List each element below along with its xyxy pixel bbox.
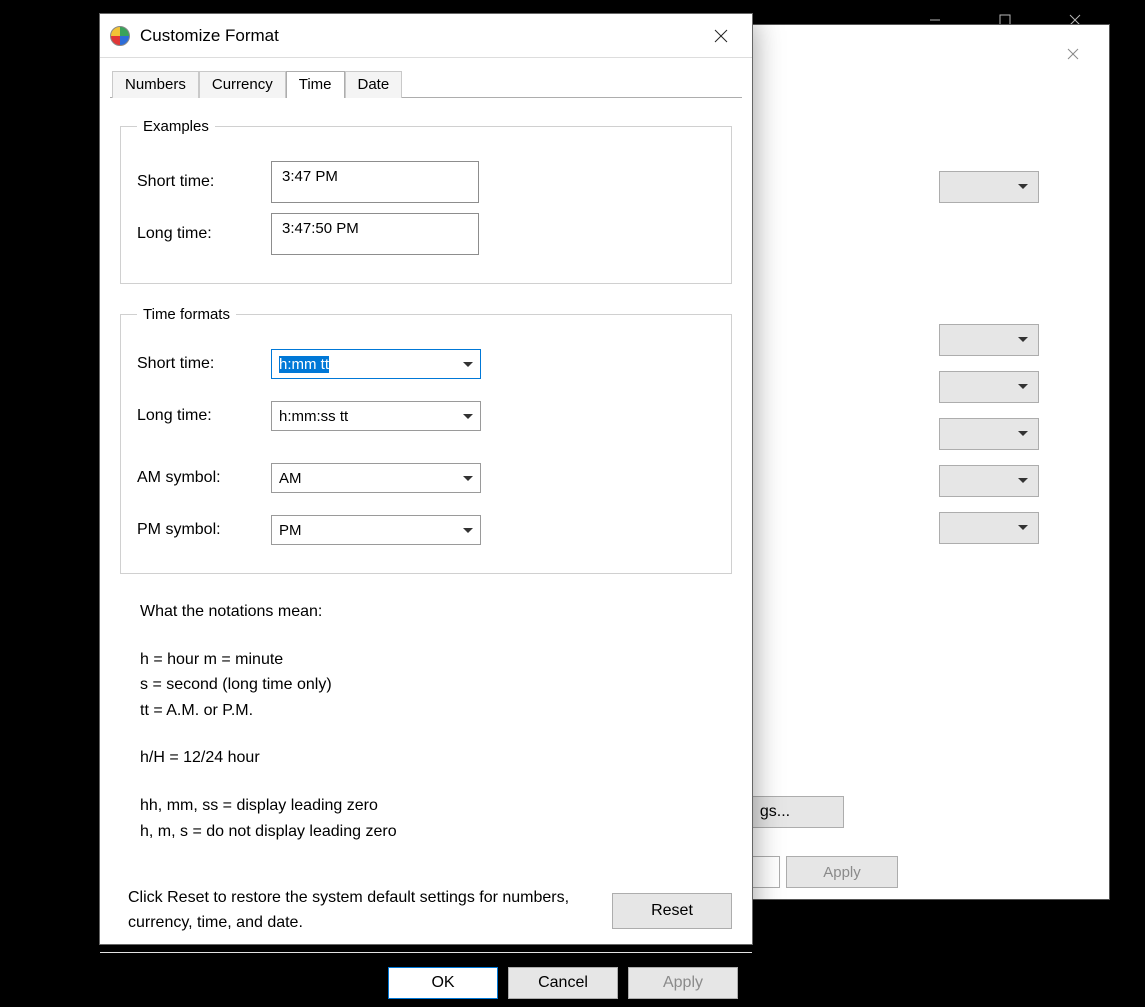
short-time-example-value: 3:47 PM: [271, 161, 479, 203]
am-symbol-combo[interactable]: AM: [271, 463, 481, 493]
short-time-example-label: Short time:: [137, 173, 271, 191]
parent-combo-6[interactable]: [939, 512, 1039, 544]
notes-line-2: s = second (long time only): [140, 672, 732, 698]
tab-date[interactable]: Date: [345, 71, 403, 98]
ok-button-label: OK: [431, 974, 454, 992]
tab-time[interactable]: Time: [286, 71, 345, 98]
additional-settings-label: gs...: [760, 803, 790, 821]
short-time-example-text: 3:47 PM: [282, 168, 338, 185]
time-formats-group: Time formats Short time: h:mm tt Long ti…: [120, 306, 732, 574]
long-time-format-value: h:mm:ss tt: [279, 408, 348, 425]
reset-button[interactable]: Reset: [612, 893, 732, 929]
reset-description: Click Reset to restore the system defaul…: [120, 886, 612, 936]
short-time-format-label: Short time:: [137, 355, 271, 373]
examples-group: Examples Short time: 3:47 PM Long time: …: [120, 118, 732, 284]
notes-line-3: tt = A.M. or P.M.: [140, 698, 732, 724]
short-time-format-combo[interactable]: h:mm tt: [271, 349, 481, 379]
chevron-down-icon: [456, 350, 480, 378]
time-formats-legend: Time formats: [137, 306, 236, 323]
cancel-button-label: Cancel: [538, 974, 588, 992]
pm-symbol-label: PM symbol:: [137, 521, 271, 539]
time-tab-content: Examples Short time: 3:47 PM Long time: …: [100, 98, 752, 946]
parent-apply-button[interactable]: Apply: [786, 856, 898, 888]
chevron-down-icon: [456, 464, 480, 492]
parent-combo-3[interactable]: [939, 371, 1039, 403]
am-symbol-value: AM: [279, 470, 302, 487]
apply-button[interactable]: Apply: [628, 967, 738, 999]
notes-title: What the notations mean:: [140, 599, 732, 625]
parent-apply-label: Apply: [823, 864, 861, 881]
region-globe-icon: [110, 26, 130, 46]
chevron-down-icon: [1018, 525, 1028, 531]
dialog-titlebar[interactable]: Customize Format: [100, 14, 752, 58]
long-time-example-text: 3:47:50 PM: [282, 220, 359, 237]
chevron-down-icon: [456, 402, 480, 430]
tab-currency[interactable]: Currency: [199, 71, 286, 98]
parent-combo-1[interactable]: [939, 171, 1039, 203]
long-time-format-combo[interactable]: h:mm:ss tt: [271, 401, 481, 431]
dialog-title: Customize Format: [140, 26, 700, 46]
notes-line-5: hh, mm, ss = display leading zero: [140, 793, 732, 819]
long-time-format-label: Long time:: [137, 407, 271, 425]
pm-symbol-combo[interactable]: PM: [271, 515, 481, 545]
dialog-close-button[interactable]: [700, 20, 742, 52]
notes-line-6: h, m, s = do not display leading zero: [140, 819, 732, 845]
long-time-example-value: 3:47:50 PM: [271, 213, 479, 255]
parent-combo-5[interactable]: [939, 465, 1039, 497]
reset-row: Click Reset to restore the system defaul…: [120, 886, 732, 936]
chevron-down-icon: [1018, 478, 1028, 484]
parent-combo-4[interactable]: [939, 418, 1039, 450]
parent-combo-2[interactable]: [939, 324, 1039, 356]
pm-symbol-value: PM: [279, 522, 302, 539]
cancel-button[interactable]: Cancel: [508, 967, 618, 999]
dialog-tabs: Numbers Currency Time Date: [100, 58, 752, 97]
tab-numbers[interactable]: Numbers: [112, 71, 199, 98]
chevron-down-icon: [1018, 184, 1028, 190]
parent-inner-close-button[interactable]: [1051, 39, 1095, 69]
chevron-down-icon: [1018, 384, 1028, 390]
notation-notes: What the notations mean: h = hour m = mi…: [140, 599, 732, 844]
short-time-format-value: h:mm tt: [279, 356, 329, 373]
am-symbol-label: AM symbol:: [137, 469, 271, 487]
notes-line-4: h/H = 12/24 hour: [140, 745, 732, 771]
examples-legend: Examples: [137, 118, 215, 135]
chevron-down-icon: [1018, 337, 1028, 343]
dialog-button-row: OK Cancel Apply: [100, 952, 752, 1007]
long-time-example-label: Long time:: [137, 225, 271, 243]
notes-line-1: h = hour m = minute: [140, 647, 732, 673]
customize-format-dialog: Customize Format Numbers Currency Time D…: [99, 13, 753, 945]
apply-button-label: Apply: [663, 974, 703, 992]
chevron-down-icon: [1018, 431, 1028, 437]
reset-button-label: Reset: [651, 902, 693, 920]
ok-button[interactable]: OK: [388, 967, 498, 999]
chevron-down-icon: [456, 516, 480, 544]
